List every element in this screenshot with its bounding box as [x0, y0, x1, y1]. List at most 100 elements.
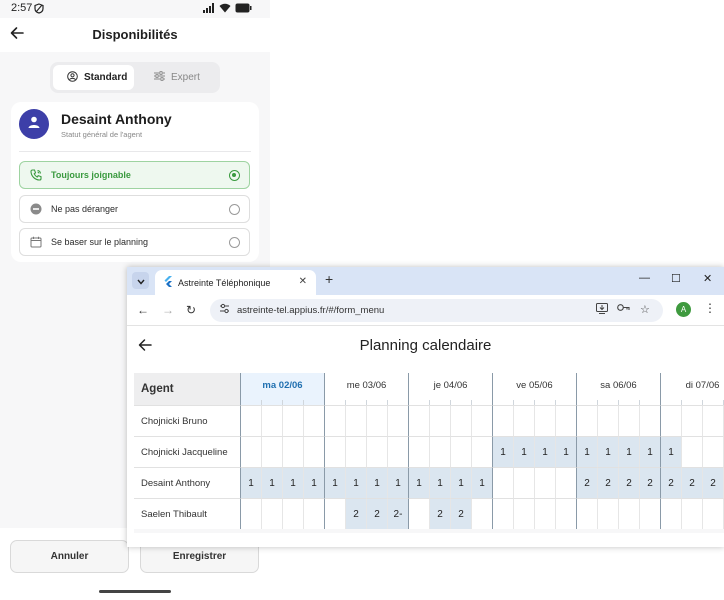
planning-slot[interactable]: [534, 467, 555, 498]
planning-slot[interactable]: [555, 467, 576, 498]
planning-slot[interactable]: 1: [471, 467, 492, 498]
planning-slot[interactable]: [408, 498, 429, 529]
planning-slot[interactable]: 1: [408, 467, 429, 498]
close-tab-icon[interactable]: ✕: [299, 276, 307, 287]
planning-slot[interactable]: [429, 405, 450, 436]
planning-slot[interactable]: [282, 436, 303, 467]
planning-slot[interactable]: [597, 498, 618, 529]
planning-slot[interactable]: 1: [450, 467, 471, 498]
planning-slot[interactable]: [240, 498, 261, 529]
planning-slot[interactable]: [240, 436, 261, 467]
planning-slot[interactable]: 1: [618, 436, 639, 467]
option-always-reachable[interactable]: Toujours joignable: [19, 161, 250, 189]
planning-slot[interactable]: 1: [597, 436, 618, 467]
planning-slot[interactable]: [345, 436, 366, 467]
planning-slot[interactable]: 1: [303, 467, 324, 498]
planning-slot[interactable]: 2: [576, 467, 597, 498]
planning-slot[interactable]: [555, 405, 576, 436]
install-app-icon[interactable]: [596, 303, 608, 317]
planning-slot[interactable]: [261, 436, 282, 467]
planning-slot[interactable]: [450, 436, 471, 467]
tab-standard[interactable]: Standard: [53, 65, 134, 90]
planning-slot[interactable]: [555, 498, 576, 529]
planning-slot[interactable]: [492, 498, 513, 529]
planning-slot[interactable]: 1: [345, 467, 366, 498]
planning-slot[interactable]: 1: [492, 436, 513, 467]
planning-slot[interactable]: 2: [597, 467, 618, 498]
planning-slot[interactable]: 1: [282, 467, 303, 498]
planning-slot[interactable]: [471, 498, 492, 529]
planning-slot[interactable]: [387, 405, 408, 436]
planning-slot[interactable]: [513, 498, 534, 529]
planning-slot[interactable]: 2: [702, 467, 723, 498]
planning-slot[interactable]: [387, 436, 408, 467]
planning-slot[interactable]: [660, 405, 681, 436]
planning-slot[interactable]: [282, 405, 303, 436]
bookmark-star-icon[interactable]: ☆: [640, 303, 650, 316]
back-icon[interactable]: ←: [137, 303, 149, 317]
planning-slot[interactable]: [639, 405, 660, 436]
planning-slot[interactable]: 1: [555, 436, 576, 467]
option-follow-planning[interactable]: Se baser sur le planning: [19, 228, 250, 256]
planning-slot[interactable]: [681, 405, 702, 436]
planning-slot[interactable]: 1: [387, 467, 408, 498]
planning-slot[interactable]: [303, 498, 324, 529]
planning-slot[interactable]: [618, 405, 639, 436]
planning-slot[interactable]: [450, 405, 471, 436]
planning-slot[interactable]: 2: [366, 498, 387, 529]
planning-slot[interactable]: 1: [576, 436, 597, 467]
planning-slot[interactable]: [681, 436, 702, 467]
planning-slot[interactable]: [492, 467, 513, 498]
planning-slot[interactable]: [618, 498, 639, 529]
key-icon[interactable]: [617, 303, 630, 315]
planning-slot[interactable]: 2: [450, 498, 471, 529]
planning-slot[interactable]: [702, 436, 723, 467]
planning-slot[interactable]: 2-: [387, 498, 408, 529]
planning-slot[interactable]: 1: [366, 467, 387, 498]
planning-slot[interactable]: 1: [240, 467, 261, 498]
planning-slot[interactable]: 1: [513, 436, 534, 467]
profile-avatar[interactable]: A: [676, 302, 691, 317]
planning-slot[interactable]: 1: [429, 467, 450, 498]
browser-tab[interactable]: Astreinte Téléphonique ✕: [155, 270, 316, 295]
planning-slot[interactable]: 1: [660, 436, 681, 467]
planning-slot[interactable]: 2: [618, 467, 639, 498]
radio-unselected[interactable]: [229, 204, 240, 215]
cancel-button[interactable]: Annuler: [10, 540, 129, 573]
option-do-not-disturb[interactable]: Ne pas déranger: [19, 195, 250, 223]
planning-slot[interactable]: [702, 498, 723, 529]
close-window-icon[interactable]: ✕: [703, 272, 712, 285]
planning-slot[interactable]: 1: [261, 467, 282, 498]
planning-slot[interactable]: [534, 405, 555, 436]
site-settings-icon[interactable]: [219, 303, 230, 317]
planning-slot[interactable]: [471, 405, 492, 436]
planning-slot[interactable]: 2: [660, 467, 681, 498]
planning-slot[interactable]: 2: [345, 498, 366, 529]
radio-unselected[interactable]: [229, 237, 240, 248]
planning-slot[interactable]: [345, 405, 366, 436]
planning-slot[interactable]: [282, 498, 303, 529]
planning-slot[interactable]: 1: [639, 436, 660, 467]
planning-slot[interactable]: [576, 405, 597, 436]
planning-slot[interactable]: [429, 436, 450, 467]
planning-slot[interactable]: [366, 436, 387, 467]
planning-slot[interactable]: 1: [324, 467, 345, 498]
planning-slot[interactable]: [597, 405, 618, 436]
planning-slot[interactable]: [324, 405, 345, 436]
planning-slot[interactable]: [261, 405, 282, 436]
planning-slot[interactable]: [513, 405, 534, 436]
planning-slot[interactable]: [240, 405, 261, 436]
reload-icon[interactable]: ↻: [186, 303, 196, 317]
planning-slot[interactable]: [261, 498, 282, 529]
planning-slot[interactable]: [576, 498, 597, 529]
tab-expert[interactable]: Expert: [140, 65, 218, 90]
planning-slot[interactable]: [681, 498, 702, 529]
planning-slot[interactable]: [660, 498, 681, 529]
planning-slot[interactable]: [303, 436, 324, 467]
planning-slot[interactable]: [324, 498, 345, 529]
forward-icon[interactable]: →: [162, 303, 174, 317]
planning-slot[interactable]: [408, 405, 429, 436]
planning-slot[interactable]: [513, 467, 534, 498]
planning-slot[interactable]: 2: [429, 498, 450, 529]
planning-slot[interactable]: [639, 498, 660, 529]
